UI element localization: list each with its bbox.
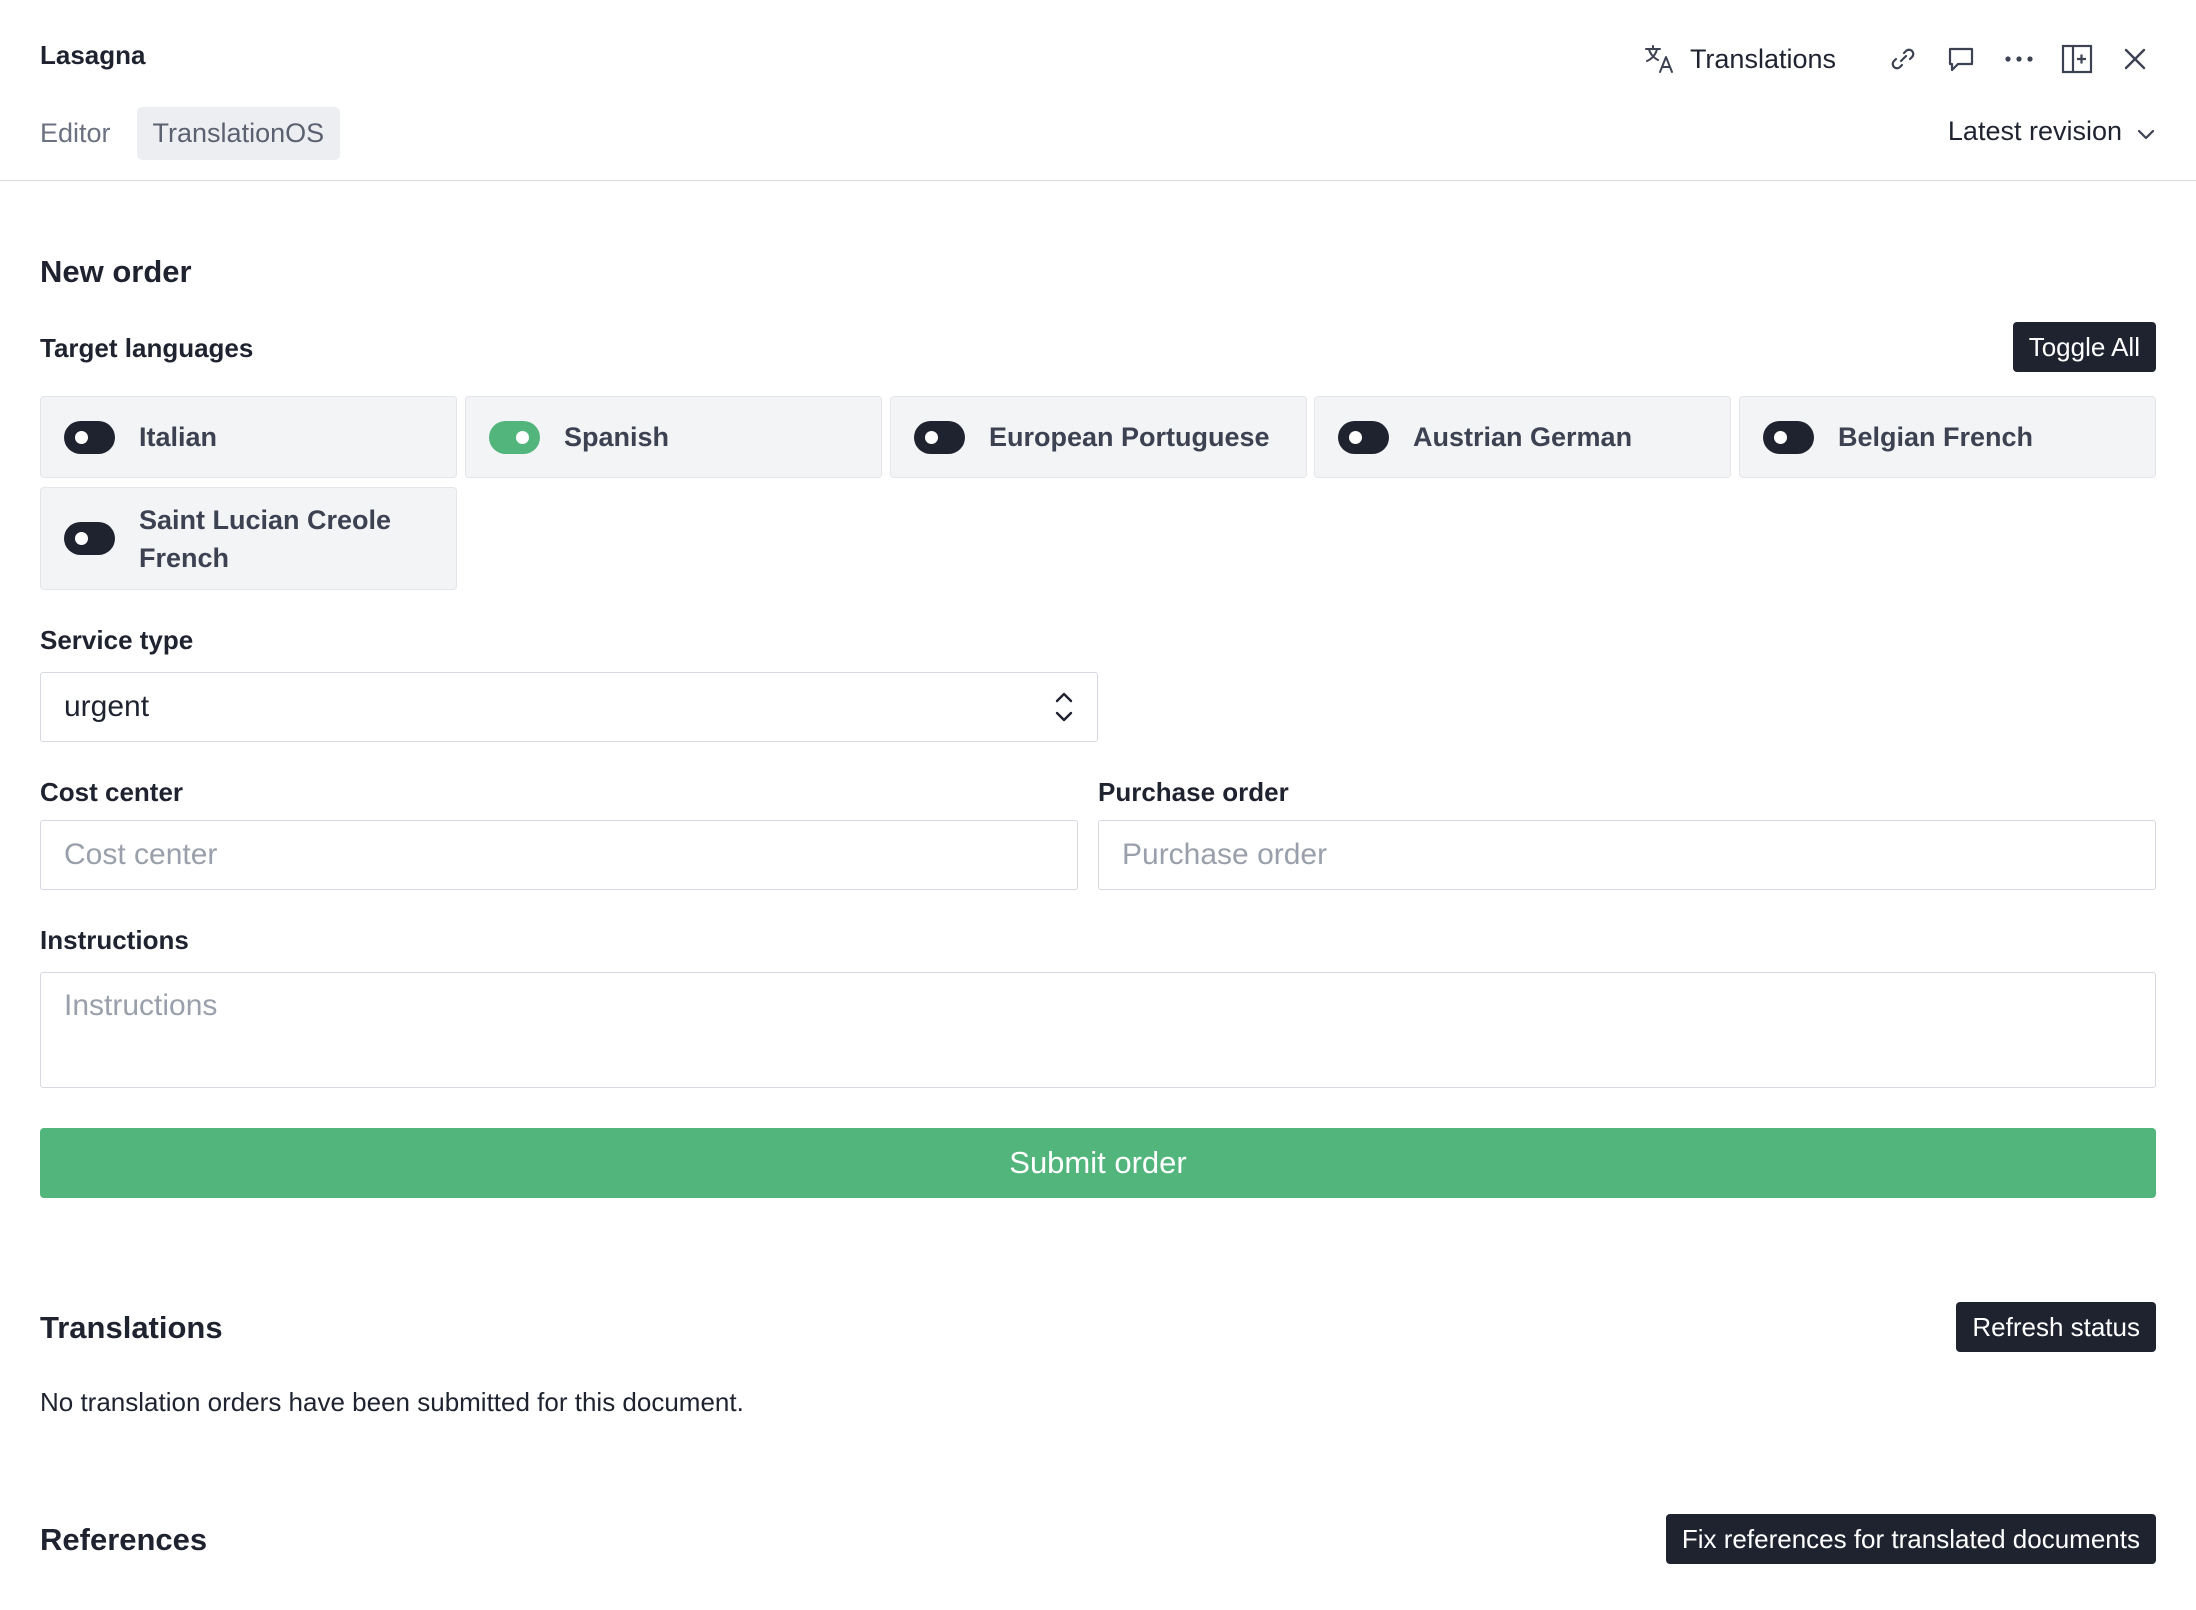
references-title: References <box>40 1522 208 1557</box>
instructions-label: Instructions <box>40 925 189 955</box>
view-tabs: Editor TranslationOS <box>40 107 341 160</box>
split-pane-icon <box>2061 44 2093 74</box>
revision-selector[interactable]: Latest revision <box>1948 116 2156 147</box>
toggle-switch[interactable] <box>64 420 115 454</box>
toggle-all-button[interactable]: Toggle All <box>2012 322 2156 372</box>
more-options-button[interactable] <box>1998 38 2040 80</box>
translations-title: Translations <box>40 1310 223 1345</box>
more-icon <box>2004 55 2034 63</box>
language-name: Belgian French <box>1838 422 2034 452</box>
document-header: Lasagna Translations Editor TranslationO… <box>0 0 2196 181</box>
translations-button[interactable]: Translations <box>1644 44 1836 75</box>
toggle-switch[interactable] <box>64 522 115 555</box>
tab-editor[interactable]: Editor <box>40 107 111 160</box>
translations-label: Translations <box>1689 43 1836 74</box>
close-icon <box>2122 46 2148 72</box>
purchase-order-label: Purchase order <box>1098 777 1289 807</box>
close-button[interactable] <box>2114 38 2156 80</box>
toggle-switch[interactable] <box>489 420 540 454</box>
header-actions: Translations <box>1644 38 2156 80</box>
language-toggle-saint-lucian-creole-french[interactable]: Saint Lucian Creole French <box>40 487 457 590</box>
comments-button[interactable] <box>1940 38 1982 80</box>
refresh-status-button[interactable]: Refresh status <box>1956 1302 2156 1352</box>
language-toggle-spanish[interactable]: Spanish <box>465 396 882 478</box>
cost-center-input[interactable] <box>40 820 1078 890</box>
instructions-textarea[interactable] <box>40 972 2156 1088</box>
split-pane-button[interactable] <box>2056 38 2098 80</box>
copy-link-button[interactable] <box>1882 38 1924 80</box>
new-order-title: New order <box>40 254 192 289</box>
tab-translationos[interactable]: TranslationOS <box>136 107 341 160</box>
translate-icon <box>1644 44 1676 74</box>
chevron-down-icon <box>2136 116 2156 147</box>
language-toggle-austrian-german[interactable]: Austrian German <box>1314 396 1731 478</box>
language-name: Italian <box>139 422 218 452</box>
service-type-value: urgent <box>64 690 150 723</box>
language-toggle-belgian-french[interactable]: Belgian French <box>1739 396 2156 478</box>
language-name: Saint Lucian Creole French <box>139 504 392 573</box>
fix-references-button[interactable]: Fix references for translated documents <box>1665 1514 2156 1564</box>
translations-empty-text: No translation orders have been submitte… <box>40 1387 744 1417</box>
revision-label: Latest revision <box>1947 116 2122 146</box>
purchase-order-input[interactable] <box>1098 820 2156 890</box>
toggle-switch[interactable] <box>1763 420 1814 454</box>
language-name: Spanish <box>564 422 670 452</box>
language-name: Austrian German <box>1413 422 1633 452</box>
language-toggle-italian[interactable]: Italian <box>40 396 457 478</box>
service-type-label: Service type <box>40 625 194 655</box>
comment-icon <box>1946 44 1976 74</box>
submit-order-button[interactable]: Submit order <box>40 1128 2156 1198</box>
toggle-switch[interactable] <box>914 420 965 454</box>
target-languages-label: Target languages <box>40 333 254 363</box>
document-title: Lasagna <box>40 40 146 70</box>
link-icon <box>1889 45 1917 73</box>
cost-center-label: Cost center <box>40 777 184 807</box>
service-type-select[interactable]: urgent <box>40 672 1098 742</box>
toggle-switch[interactable] <box>1338 420 1389 454</box>
select-arrows-icon <box>1053 688 1075 734</box>
language-toggle-european-portuguese[interactable]: European Portuguese <box>890 396 1307 478</box>
language-name: European Portuguese <box>989 422 1270 452</box>
